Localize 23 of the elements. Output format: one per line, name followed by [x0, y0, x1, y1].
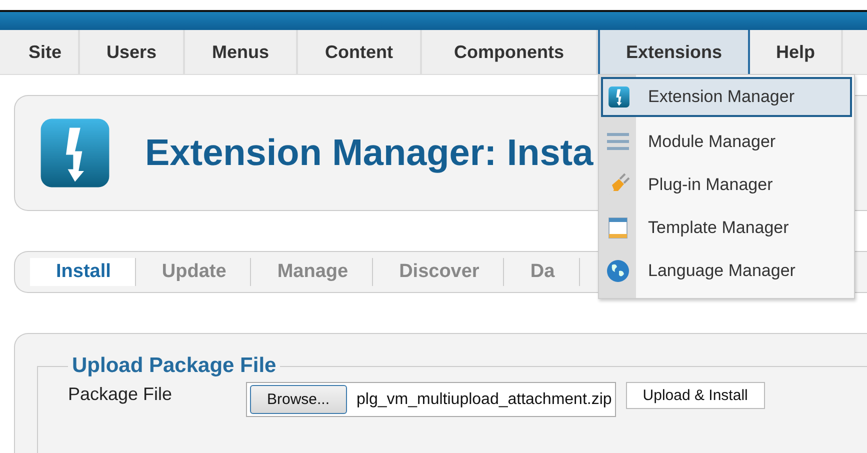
file-name: plg_vm_multiupload_attachment.zip [356, 390, 612, 408]
dropdown-item[interactable]: Module Manager [599, 120, 854, 163]
field-label: Package File [68, 383, 174, 405]
menu-item[interactable]: Extensions [598, 30, 750, 74]
window-icon [608, 216, 628, 238]
lightning-icon [608, 86, 630, 108]
submenu-tab[interactable]: Install [30, 258, 136, 286]
dropdown-item[interactable]: Plug-in Manager [599, 163, 854, 206]
file-input[interactable]: Browse... plg_vm_multiupload_attachment.zip [246, 382, 616, 417]
fieldset-legend: Upload Package File [68, 354, 280, 378]
globe-icon [606, 258, 630, 282]
dropdown-item[interactable]: Template Manager [599, 206, 854, 249]
menu-item[interactable]: Users [80, 30, 185, 74]
list-icon [606, 132, 628, 152]
dropdown-item[interactable]: Language Manager [599, 249, 854, 292]
lightning-icon [39, 117, 111, 189]
upload-install-button[interactable]: Upload & Install [626, 382, 765, 409]
browse-button[interactable]: Browse... [250, 385, 347, 414]
dropdown-item[interactable]: Extension Manager [601, 77, 852, 117]
menu-item[interactable]: Content [298, 30, 422, 74]
page-title: Extension Manager: Insta [145, 132, 594, 174]
menu-item[interactable]: Site [12, 30, 80, 74]
menu-item[interactable]: Menus [185, 30, 298, 74]
